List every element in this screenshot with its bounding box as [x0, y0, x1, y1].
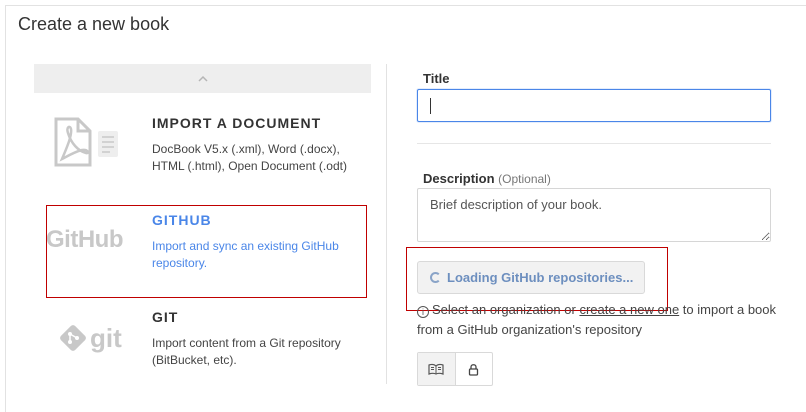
- text-caret: [430, 98, 431, 114]
- help-text: i Select an organization or create a new …: [417, 302, 777, 337]
- source-git[interactable]: git GIT Import content from a Git reposi…: [34, 308, 371, 368]
- git-logo: git: [44, 308, 144, 368]
- chevron-up-icon: [197, 75, 208, 82]
- source-description: DocBook V5.x (.xml), Word (.docx), HTML …: [152, 142, 347, 173]
- source-description: Import and sync an existing GitHub repos…: [152, 239, 339, 270]
- public-visibility-button[interactable]: [418, 353, 456, 385]
- private-visibility-button[interactable]: [456, 353, 493, 385]
- source-import-document[interactable]: IMPORT A DOCUMENT DocBook V5.x (.xml), W…: [34, 112, 371, 184]
- visibility-toggle: [417, 352, 493, 386]
- open-book-icon: [428, 363, 444, 375]
- spinner-icon: [430, 272, 441, 283]
- source-name: GIT: [152, 309, 179, 325]
- source-name: GITHUB: [152, 212, 212, 228]
- description-label: Description (Optional): [423, 171, 551, 186]
- page-title: Create a new book: [18, 14, 170, 34]
- scroll-up-button[interactable]: [34, 64, 371, 93]
- info-icon: i: [417, 306, 429, 318]
- title-input[interactable]: [417, 89, 771, 122]
- source-description: Import content from a Git repository (Bi…: [152, 336, 341, 367]
- optional-hint: (Optional): [498, 172, 551, 186]
- loading-button-label: Loading GitHub repositories...: [447, 270, 634, 285]
- title-label: Title: [423, 71, 450, 86]
- source-name: IMPORT A DOCUMENT: [152, 115, 322, 131]
- column-divider: [386, 64, 387, 384]
- pdf-document-icon: [44, 112, 144, 172]
- create-organization-link[interactable]: create a new one: [579, 302, 679, 317]
- description-textarea[interactable]: [417, 188, 771, 242]
- form-divider: [417, 143, 771, 144]
- source-github[interactable]: GitHub GITHUB Import and sync an existin…: [34, 210, 371, 282]
- github-logo: GitHub: [46, 226, 123, 253]
- lock-icon: [469, 363, 479, 376]
- loading-repositories-button[interactable]: Loading GitHub repositories...: [417, 261, 645, 294]
